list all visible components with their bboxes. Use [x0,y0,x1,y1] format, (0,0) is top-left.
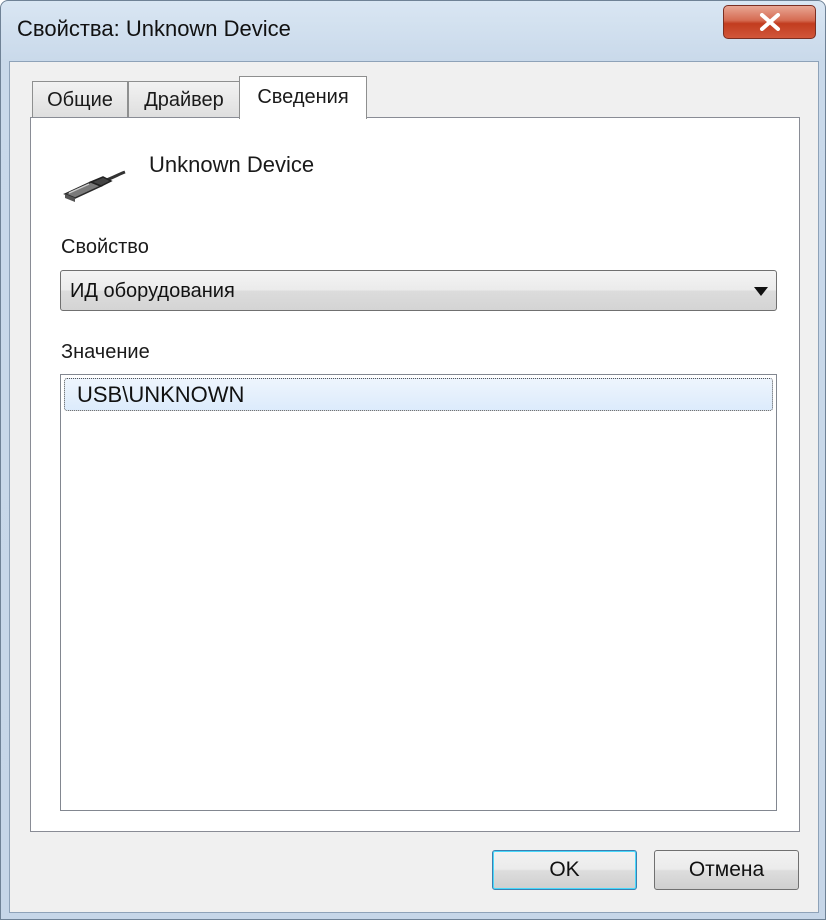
device-name: Unknown Device [149,152,315,177]
tab-details[interactable]: Сведения [239,76,367,119]
value-label: Значение [61,341,150,363]
tab-general[interactable]: Общие [32,81,128,118]
close-button[interactable] [723,5,816,39]
value-listbox[interactable]: USB\UNKNOWN [60,374,777,811]
property-label: Свойство [61,236,149,258]
property-dropdown[interactable]: ИД оборудования [60,270,777,311]
property-selected-value: ИД оборудования [70,280,235,302]
dialog-client-area: Общие Драйвер Сведения Unknown Device Св… [9,61,819,913]
list-item[interactable]: USB\UNKNOWN [64,378,773,411]
properties-dialog: Свойства: Unknown Device Общие Драйвер С… [0,0,826,920]
cancel-button[interactable]: Отмена [654,850,799,890]
details-panel: Unknown Device Свойство ИД оборудования … [30,117,800,832]
usb-plug-icon [63,170,126,202]
title-bar[interactable]: Свойства: Unknown Device [1,1,825,61]
close-icon [760,13,780,31]
tab-driver[interactable]: Драйвер [128,81,240,118]
ok-button[interactable]: OK [492,850,637,890]
window-title: Свойства: Unknown Device [17,16,291,41]
dropdown-arrow-icon[interactable] [754,287,768,296]
